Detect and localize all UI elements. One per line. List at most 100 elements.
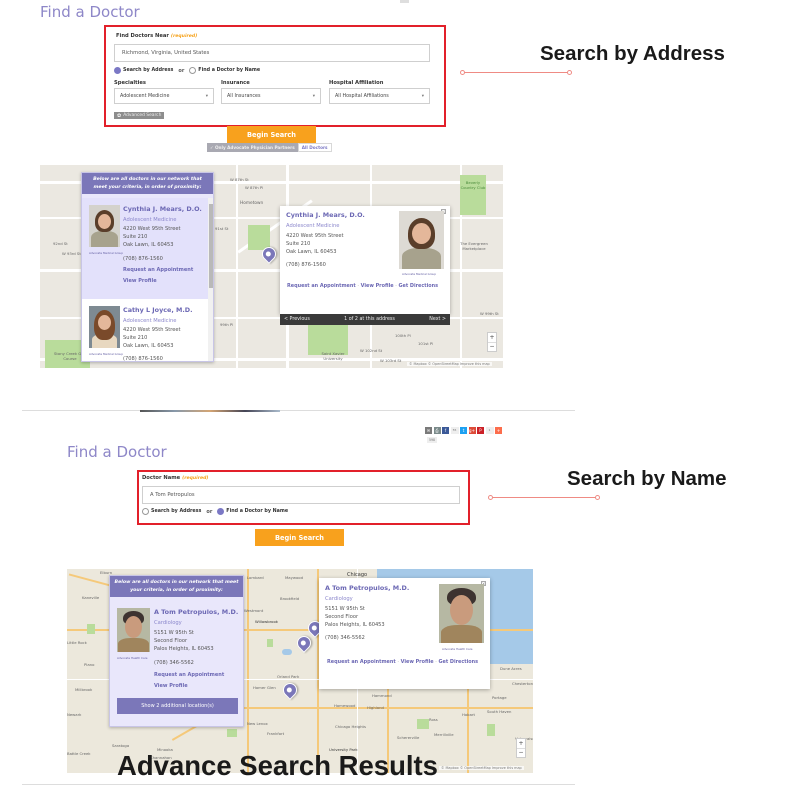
map-label: Hammond xyxy=(372,693,392,698)
view-profile-link[interactable]: View Profile xyxy=(123,278,157,284)
map-label: Dune Acres xyxy=(500,666,522,671)
zoom-in-button[interactable]: + xyxy=(488,333,496,343)
filter-all-doctors[interactable]: All Doctors xyxy=(297,143,332,152)
map-label: Ross xyxy=(429,717,438,722)
map-label: W 93rd St xyxy=(62,251,81,256)
map-label: Brookfield xyxy=(280,596,300,601)
google-plus-icon[interactable]: g+ xyxy=(468,427,476,434)
address-line: Oak Lawn, IL 60453 xyxy=(286,248,337,255)
doctor-name-link[interactable]: Cathy L Joyce, M.D. xyxy=(123,306,193,314)
radio-address-label[interactable]: Search by Address xyxy=(123,68,173,73)
doctor-name-input[interactable]: A Tom Petropulos xyxy=(142,486,460,504)
map-attribution[interactable]: © Mapbox © OpenStreetMap Improve this ma… xyxy=(407,362,492,366)
advanced-search-button[interactable]: ✿ Advanced Search xyxy=(114,112,165,119)
page-title: Find a Doctor xyxy=(40,3,140,21)
popup-get-directions-link[interactable]: Get Directions xyxy=(439,659,479,665)
map-label: Kaneville xyxy=(82,595,100,600)
map-attribution[interactable]: © Mapbox © OpenStreetMap Improve this ma… xyxy=(439,766,524,770)
doctor-specialty: Adolescent Medicine xyxy=(123,318,177,324)
popup-view-profile-link[interactable]: View Profile xyxy=(401,659,434,665)
radio-name-label[interactable]: Find a Doctor by Name xyxy=(198,68,260,73)
request-appointment-link[interactable]: Request an Appointment xyxy=(123,267,193,273)
email-icon[interactable]: ✉ xyxy=(425,427,432,434)
zoom-in-button[interactable]: + xyxy=(517,739,525,749)
results-map[interactable]: W 87th St W 87th Pl Hometown 91st St 92n… xyxy=(40,165,503,368)
radio-find-by-name[interactable] xyxy=(189,67,197,74)
zoom-out-button[interactable]: − xyxy=(488,343,496,352)
find-near-label-text: Find Doctors Near xyxy=(116,33,169,39)
radio-address-label[interactable]: Search by Address xyxy=(151,509,201,514)
address-line: Oak Lawn, IL 60453 xyxy=(123,342,174,349)
popup-doctor-specialty: Cardiology xyxy=(325,596,353,602)
hospital-select[interactable]: All Hospital Affiliations ▾ xyxy=(329,88,430,104)
map-label: Frankfort xyxy=(267,731,285,736)
popup-get-directions-link[interactable]: Get Directions xyxy=(399,283,439,289)
top-tab-stub xyxy=(400,0,409,3)
result-item[interactable]: Advocate Medical Group Cathy L Joyce, M.… xyxy=(82,299,208,362)
insurance-select[interactable]: All Insurances ▾ xyxy=(221,88,321,104)
doctor-filter-toggle: ✓ Only Advocate Physician Partners All D… xyxy=(207,143,332,152)
pinterest-count: 1 xyxy=(485,427,494,434)
radio-name-label[interactable]: Find a Doctor by Name xyxy=(226,509,288,514)
doctor-phone: (708) 876-1560 xyxy=(123,356,163,362)
location-input[interactable]: Richmond, Virginia, United States xyxy=(114,44,430,62)
total-share-count: 598 xyxy=(427,437,438,443)
result-item[interactable]: Advocate Health Care A Tom Petropulos, M… xyxy=(110,601,243,726)
link-separator: · xyxy=(357,283,359,289)
map-pin-icon[interactable] xyxy=(294,633,314,653)
chevron-down-icon: ▾ xyxy=(421,93,424,99)
results-map[interactable]: Elburn Kaneville Little Rock Plano Millb… xyxy=(67,569,533,773)
address-line: 4220 West 95th Street xyxy=(123,226,181,232)
radio-search-by-address[interactable] xyxy=(142,508,149,515)
pinterest-icon[interactable]: P xyxy=(477,427,484,434)
filter-advocate-only[interactable]: ✓ Only Advocate Physician Partners xyxy=(207,143,298,152)
popup-doctor-specialty: Adolescent Medicine xyxy=(286,223,340,229)
popup-request-appointment-link[interactable]: Request an Appointment xyxy=(327,659,396,665)
popup-doctor-name[interactable]: Cynthia J. Mears, D.O. xyxy=(286,211,365,219)
more-icon[interactable]: + xyxy=(495,427,502,434)
popup-doctor-phone: (708) 876-1560 xyxy=(286,262,326,268)
map-label: Saint Xavier University xyxy=(321,351,345,361)
show-additional-locations-button[interactable]: Show 2 additional location(s) xyxy=(117,698,238,714)
view-profile-link[interactable]: View Profile xyxy=(154,683,188,689)
popup-view-profile-link[interactable]: View Profile xyxy=(361,283,394,289)
result-item[interactable]: Advocate Medical Group Cynthia J. Mears,… xyxy=(82,198,208,299)
print-icon[interactable]: ⎙ xyxy=(433,427,441,434)
map-label: Homewood xyxy=(334,703,356,708)
popup-page-status: 1 of 2 at this address xyxy=(344,317,395,322)
doctor-address: 4220 West 95th Street Suite 210 Oak Lawn… xyxy=(123,226,181,249)
section-divider xyxy=(22,410,575,411)
request-appointment-link[interactable]: Request an Appointment xyxy=(154,672,224,678)
zoom-out-button[interactable]: − xyxy=(517,749,525,758)
link-separator: · xyxy=(397,659,399,665)
popup-doctor-name[interactable]: A Tom Petropulos, M.D. xyxy=(325,584,409,592)
map-pin-icon[interactable] xyxy=(280,680,300,700)
popup-next-button[interactable]: Next > xyxy=(429,317,446,322)
address-line: Second Floor xyxy=(325,613,359,620)
required-tag: (required) xyxy=(170,34,198,39)
name-search-form: Doctor Name (required) A Tom Petropulos S… xyxy=(137,470,470,525)
popup-previous-button[interactable]: < Previous xyxy=(284,317,310,322)
popup-request-appointment-link[interactable]: Request an Appointment xyxy=(287,283,356,289)
facebook-icon[interactable]: f xyxy=(442,427,449,434)
map-label: W 87th St xyxy=(230,177,249,182)
address-search-form: Find Doctors Near (required) Richmond, Vi… xyxy=(104,25,446,127)
map-label: Little Rock xyxy=(67,640,87,645)
scrollbar-thumb[interactable] xyxy=(209,204,213,288)
specialties-select[interactable]: Adolescent Medicine ▾ xyxy=(114,88,214,104)
popup-doctor-address: 4220 West 95th Street Suite 210 Oak Lawn… xyxy=(286,233,344,256)
begin-search-button[interactable]: Begin Search xyxy=(227,126,316,143)
doctor-name-link[interactable]: A Tom Petropulos, M.D. xyxy=(154,608,238,616)
map-label: Hobart xyxy=(462,712,475,717)
map-label: New Lenox xyxy=(247,721,268,726)
doctor-photo xyxy=(89,306,120,348)
group-logo: Advocate Medical Group xyxy=(89,251,124,255)
radio-find-by-name[interactable] xyxy=(217,508,225,515)
doctor-name-link[interactable]: Cynthia J. Mears, D.O. xyxy=(123,205,202,213)
begin-search-button[interactable]: Begin Search xyxy=(255,529,344,546)
radio-search-by-address[interactable] xyxy=(114,67,121,74)
map-label: Millbrook xyxy=(75,687,93,692)
results-scrollbar[interactable] xyxy=(208,198,213,361)
twitter-icon[interactable]: t xyxy=(460,427,467,434)
hospital-value: All Hospital Affiliations xyxy=(335,93,389,99)
